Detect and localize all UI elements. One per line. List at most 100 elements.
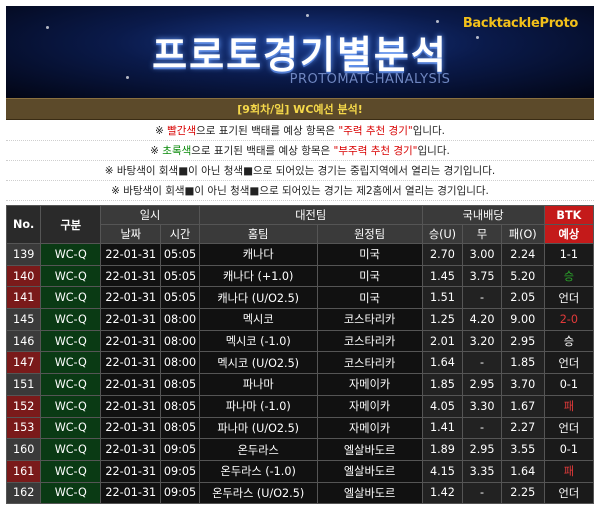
page: BacktackleProto 프로토경기별분석 PROTOMATCHANALY…	[0, 0, 600, 511]
cell-date: 22-01-31	[100, 308, 162, 331]
cell-time: 09:05	[160, 459, 200, 483]
cell-away: 코스타리카	[316, 351, 423, 375]
cell-pred: 1-1	[543, 243, 595, 266]
cell-date: 22-01-31	[100, 243, 162, 266]
cell-win: 1.64	[421, 351, 464, 375]
cell-draw: -	[462, 286, 502, 310]
cell-no: 161	[5, 459, 42, 483]
col-win: 승(U)	[421, 224, 464, 244]
cell-date: 22-01-31	[100, 394, 162, 418]
col-loss: 패(O)	[500, 224, 545, 244]
cell-loss: 3.70	[500, 373, 545, 396]
cell-pred: 언더	[543, 481, 595, 505]
cell-date: 22-01-31	[100, 373, 162, 396]
cell-away: 코스타리카	[316, 308, 423, 331]
cell-home: 멕시코	[198, 308, 318, 331]
cell-kind: WC-Q	[40, 481, 102, 505]
note-neutral: ※ 바탕색이 회색■이 아닌 청색■으로 되어있는 경기는 중립지역에서 열리는…	[6, 161, 594, 181]
cell-loss: 2.95	[500, 329, 545, 353]
cell-away: 코스타리카	[316, 329, 423, 353]
cell-no: 146	[5, 329, 42, 353]
cell-draw: 4.20	[462, 308, 502, 331]
cell-pred: 언더	[543, 286, 595, 310]
cell-draw: -	[462, 481, 502, 505]
banner-subtitle: PROTOMATCHANALYSIS	[289, 72, 451, 87]
cell-home: 온두라스 (U/O2.5)	[198, 481, 318, 505]
cell-away: 미국	[316, 243, 423, 266]
table-row: 161 WC-Q 22-01-31 09:05 온두라스 (-1.0) 엘살바도르 4.15…	[5, 459, 595, 483]
cell-time: 09:05	[160, 481, 200, 505]
cell-away: 엘살바도르	[316, 438, 423, 461]
col-draw: 무	[462, 224, 502, 244]
cell-win: 1.25	[421, 308, 464, 331]
cell-away: 자메이카	[316, 373, 423, 396]
note-sub-pick: ※ 초록색으로 표기된 백태를 예상 항목은 "부주력 추천 경기"입니다.	[6, 141, 594, 161]
cell-pred: 패	[543, 459, 595, 483]
cell-home: 멕시코 (U/O2.5)	[198, 351, 318, 375]
col-home: 홈팀	[198, 224, 318, 244]
cell-away: 자메이카	[316, 416, 423, 440]
cell-win: 2.01	[421, 329, 464, 353]
cell-no: 152	[5, 394, 42, 418]
cell-loss: 2.24	[500, 243, 545, 266]
cell-win: 1.89	[421, 438, 464, 461]
banner-title: 프로토경기별분석	[152, 33, 448, 77]
cell-pred: 패	[543, 394, 595, 418]
cell-pred: 언더	[543, 351, 595, 375]
cell-date: 22-01-31	[100, 264, 162, 288]
table-row: 140 WC-Q 22-01-31 05:05 캐나다 (+1.0) 미국 1.45 3.75…	[5, 264, 595, 288]
cell-win: 1.51	[421, 286, 464, 310]
col-date: 날짜	[100, 224, 162, 244]
table-row: 145 WC-Q 22-01-31 08:00 멕시코 코스타리카 1.25 4.20 9.00…	[5, 308, 595, 331]
col-time: 시간	[160, 224, 200, 244]
cell-no: 162	[5, 481, 42, 505]
cell-loss: 1.85	[500, 351, 545, 375]
cell-draw: 3.30	[462, 394, 502, 418]
cell-date: 22-01-31	[100, 438, 162, 461]
col-odds: 국내배당	[421, 205, 545, 225]
cell-home: 캐나다	[198, 243, 318, 266]
cell-loss: 9.00	[500, 308, 545, 331]
cell-time: 08:05	[160, 416, 200, 440]
cell-draw: -	[462, 351, 502, 375]
cell-win: 2.70	[421, 243, 464, 266]
cell-home: 파나마 (U/O2.5)	[198, 416, 318, 440]
cell-date: 22-01-31	[100, 416, 162, 440]
cell-pred: 승	[543, 329, 595, 353]
cell-loss: 2.27	[500, 416, 545, 440]
cell-pred: 0-1	[543, 438, 595, 461]
table-row: 147 WC-Q 22-01-31 08:00 멕시코 (U/O2.5) 코스타리카 1.6…	[5, 351, 595, 375]
cell-draw: 3.35	[462, 459, 502, 483]
cell-loss: 2.25	[500, 481, 545, 505]
cell-pred: 0-1	[543, 373, 595, 396]
cell-time: 05:05	[160, 286, 200, 310]
cell-date: 22-01-31	[100, 286, 162, 310]
cell-time: 05:05	[160, 264, 200, 288]
cell-date: 22-01-31	[100, 481, 162, 505]
cell-win: 1.42	[421, 481, 464, 505]
table-row: 151 WC-Q 22-01-31 08:05 파나마 자메이카 1.85 2.95 3.70 0…	[5, 373, 595, 396]
cell-time: 08:00	[160, 308, 200, 331]
cell-no: 145	[5, 308, 42, 331]
cell-loss: 2.05	[500, 286, 545, 310]
cell-no: 160	[5, 438, 42, 461]
cell-time: 08:00	[160, 351, 200, 375]
table-row: 160 WC-Q 22-01-31 09:05 온두라스 엘살바도르 1.89 2.95 3.5…	[5, 438, 595, 461]
cell-draw: 3.75	[462, 264, 502, 288]
cell-time: 09:05	[160, 438, 200, 461]
cell-draw: 2.95	[462, 373, 502, 396]
round-label: [9회차/일] WC예선 분석!	[6, 98, 594, 120]
cell-home: 캐나다 (+1.0)	[198, 264, 318, 288]
table-body: 139 WC-Q 22-01-31 05:05 캐나다 미국 2.70 3.00 2.24 1-1…	[5, 243, 595, 505]
cell-no: 141	[5, 286, 42, 310]
cell-kind: WC-Q	[40, 329, 102, 353]
cell-win: 4.05	[421, 394, 464, 418]
table-row: 141 WC-Q 22-01-31 05:05 캐나다 (U/O2.5) 미국 1.51-2…	[5, 286, 595, 310]
cell-kind: WC-Q	[40, 286, 102, 310]
cell-away: 미국	[316, 264, 423, 288]
cell-home: 캐나다 (U/O2.5)	[198, 286, 318, 310]
cell-kind: WC-Q	[40, 438, 102, 461]
cell-pred: 언더	[543, 416, 595, 440]
cell-home: 파나마 (-1.0)	[198, 394, 318, 418]
cell-away: 엘살바도르	[316, 481, 423, 505]
